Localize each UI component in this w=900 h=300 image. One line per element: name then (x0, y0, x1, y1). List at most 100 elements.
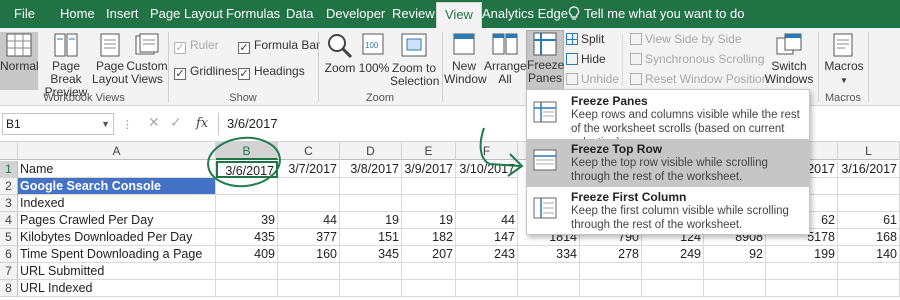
cell-f3[interactable] (456, 195, 518, 212)
cell-f6[interactable]: 243 (456, 246, 518, 263)
tab-formulas[interactable]: Formulas (226, 0, 280, 28)
page-layout-view-button[interactable]: Page Layout (92, 32, 128, 86)
cell-a3[interactable]: Indexed (18, 195, 216, 212)
cell-a4[interactable]: Pages Crawled Per Day (18, 212, 216, 229)
cell-l4[interactable]: 61 (838, 212, 900, 229)
cell-f4[interactable]: 44 (456, 212, 518, 229)
cell-b7[interactable] (216, 263, 278, 280)
column-header-e[interactable]: E (402, 142, 456, 160)
cell-g7[interactable] (518, 263, 580, 280)
cell-a8[interactable]: URL Indexed (18, 280, 216, 297)
cell-d7[interactable] (340, 263, 402, 280)
hide-button[interactable]: Hide (566, 52, 606, 66)
tab-review[interactable]: Review (392, 0, 435, 28)
new-window-button[interactable]: New Window (444, 32, 487, 86)
cancel-icon[interactable]: ✕ (148, 114, 160, 131)
cell-c1[interactable]: 3/7/2017 (278, 161, 340, 178)
cell-e2[interactable] (402, 178, 456, 195)
cell-c2[interactable] (278, 178, 340, 195)
split-button[interactable]: Split (566, 32, 604, 46)
cell-a5[interactable]: Kilobytes Downloaded Per Day (18, 229, 216, 246)
tab-developer[interactable]: Developer (326, 0, 385, 28)
row-header-8[interactable]: 8 (0, 280, 18, 297)
column-header-d[interactable]: D (340, 142, 402, 160)
cell-j8[interactable] (704, 280, 766, 297)
tab-analytics-edge[interactable]: Analytics Edge (482, 0, 568, 28)
cell-c8[interactable] (278, 280, 340, 297)
reset-window-position-button[interactable]: Reset Window Position (630, 72, 768, 86)
headings-checkbox[interactable]: ✓ Headings (238, 64, 305, 80)
view-side-by-side-button[interactable]: View Side by Side (630, 32, 742, 46)
tab-view[interactable]: View (436, 2, 482, 28)
freeze-first-column-option[interactable]: Freeze First Column Keep the first colum… (527, 187, 809, 235)
column-header-l[interactable]: L (838, 142, 900, 160)
tab-insert[interactable]: Insert (106, 0, 139, 28)
synchronous-scrolling-button[interactable]: Synchronous Scrolling (630, 52, 764, 66)
zoom-to-selection-button[interactable]: Zoom to Selection (390, 32, 439, 88)
cell-l1[interactable]: 3/16/2017 (838, 161, 900, 178)
cell-l7[interactable] (838, 263, 900, 280)
cell-k8[interactable] (766, 280, 838, 297)
zoom-button[interactable]: Zoom (322, 32, 358, 75)
cell-a1[interactable]: Name (18, 161, 216, 178)
cell-f1[interactable]: 3/10/2017 (456, 161, 518, 178)
cell-c3[interactable] (278, 195, 340, 212)
tab-file[interactable]: File (14, 0, 35, 28)
cell-f5[interactable]: 147 (456, 229, 518, 246)
cell-j7[interactable] (704, 263, 766, 280)
cell-d2[interactable] (340, 178, 402, 195)
cell-j6[interactable]: 92 (704, 246, 766, 263)
column-header-c[interactable]: C (278, 142, 340, 160)
cell-l2[interactable] (838, 178, 900, 195)
cell-f7[interactable] (456, 263, 518, 280)
formula-bar-checkbox[interactable]: ✓ Formula Bar (238, 38, 320, 54)
cell-d3[interactable] (340, 195, 402, 212)
cell-c5[interactable]: 377 (278, 229, 340, 246)
cell-e3[interactable] (402, 195, 456, 212)
cell-c4[interactable]: 44 (278, 212, 340, 229)
tab-data[interactable]: Data (286, 0, 313, 28)
row-header-7[interactable]: 7 (0, 263, 18, 280)
enter-icon[interactable]: ✓ (170, 114, 182, 131)
cell-i7[interactable] (642, 263, 704, 280)
cell-i6[interactable]: 249 (642, 246, 704, 263)
column-header-b[interactable]: B (216, 142, 278, 160)
insert-function-icon[interactable]: fx (196, 116, 208, 131)
row-header-2[interactable]: 2 (0, 178, 18, 195)
column-header-f[interactable]: F (456, 142, 518, 160)
arrange-all-button[interactable]: Arrange All (484, 32, 527, 86)
cell-d8[interactable] (340, 280, 402, 297)
cell-k7[interactable] (766, 263, 838, 280)
cell-e7[interactable] (402, 263, 456, 280)
name-box[interactable]: B1 ▼ (2, 113, 114, 135)
tab-page-layout[interactable]: Page Layout (150, 0, 223, 28)
row-header-5[interactable]: 5 (0, 229, 18, 246)
cell-b4[interactable]: 39 (216, 212, 278, 229)
cell-b6[interactable]: 409 (216, 246, 278, 263)
cell-g8[interactable] (518, 280, 580, 297)
ruler-checkbox[interactable]: ✓ Ruler (174, 38, 219, 54)
cell-f2[interactable] (456, 178, 518, 195)
cell-h7[interactable] (580, 263, 642, 280)
chevron-down-icon[interactable]: ▼ (101, 114, 110, 134)
cell-d6[interactable]: 345 (340, 246, 402, 263)
cell-k6[interactable]: 199 (766, 246, 838, 263)
cell-d1[interactable]: 3/8/2017 (340, 161, 402, 178)
normal-view-button[interactable]: Normal (0, 32, 39, 90)
cell-d5[interactable]: 151 (340, 229, 402, 246)
cell-h6[interactable]: 278 (580, 246, 642, 263)
cell-l3[interactable] (838, 195, 900, 212)
cell-i8[interactable] (642, 280, 704, 297)
row-header-6[interactable]: 6 (0, 246, 18, 263)
column-header-a[interactable]: A (18, 142, 216, 160)
row-header-3[interactable]: 3 (0, 195, 18, 212)
gridlines-checkbox[interactable]: ✓ Gridlines (174, 64, 237, 80)
cell-a6[interactable]: Time Spent Downloading a Page (18, 246, 216, 263)
cell-c6[interactable]: 160 (278, 246, 340, 263)
zoom-100-button[interactable]: 100 100% (358, 32, 390, 75)
cell-b8[interactable] (216, 280, 278, 297)
cell-b3[interactable] (216, 195, 278, 212)
cell-c7[interactable] (278, 263, 340, 280)
freeze-panes-button[interactable]: Freeze Panes ▼ (526, 30, 564, 97)
freeze-top-row-option[interactable]: Freeze Top Row Keep the top row visible … (527, 139, 809, 187)
